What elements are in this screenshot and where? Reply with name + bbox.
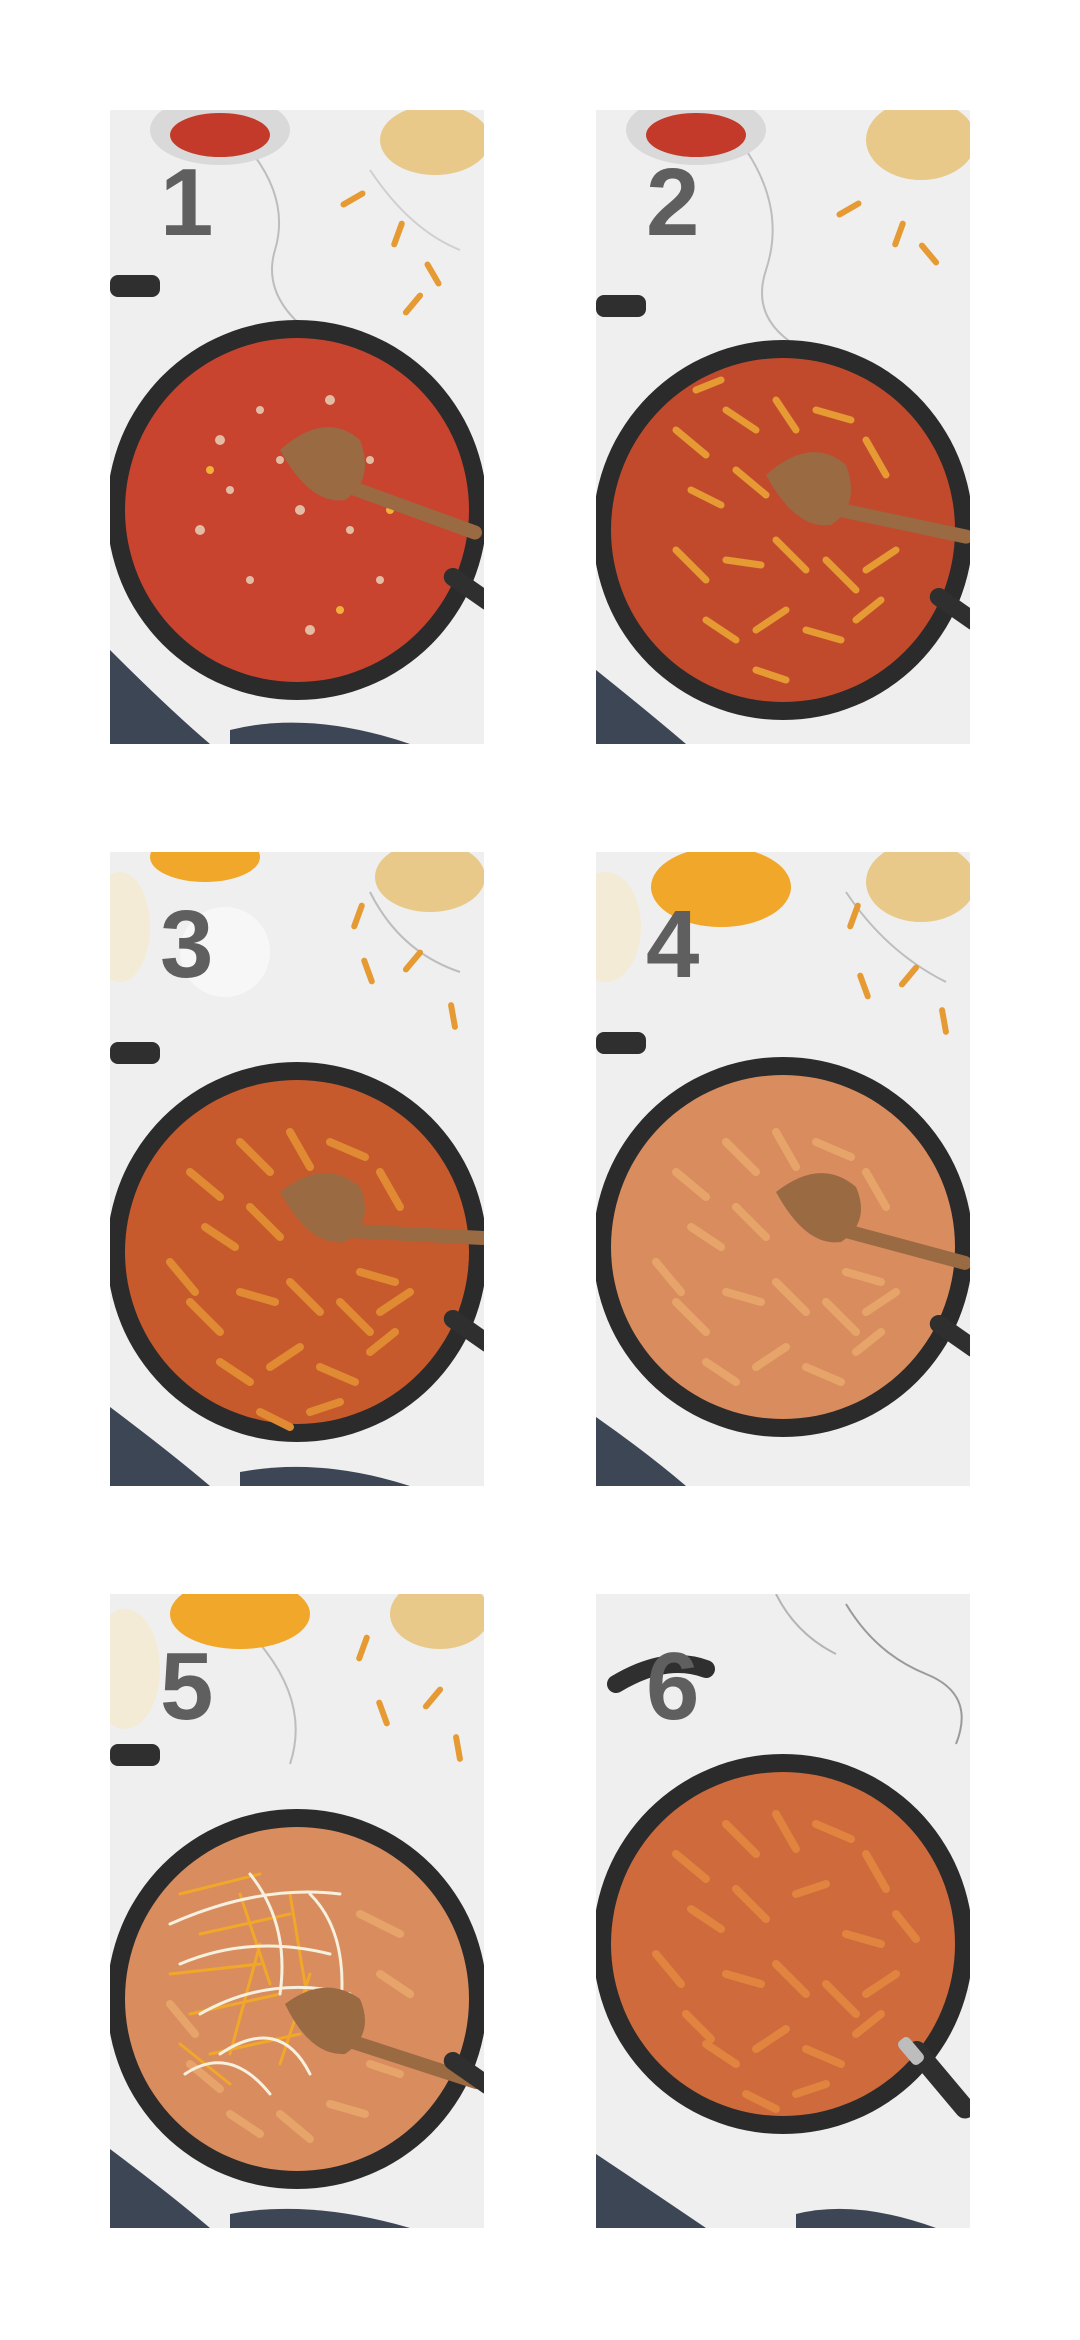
step-5-photo: 5	[110, 1594, 484, 2228]
sauce	[125, 1080, 469, 1424]
step-3-photo: 3	[110, 852, 484, 1486]
step-number: 4	[646, 891, 700, 998]
step-number: 5	[160, 1633, 214, 1740]
step-number: 3	[160, 891, 214, 998]
step-number: 6	[646, 1633, 700, 1740]
step-1-photo: 1	[110, 110, 484, 744]
step-2-photo: 2	[596, 110, 970, 744]
recipe-steps-collage: 1 2 3 4 5 6	[0, 0, 1080, 2340]
step-6-photo: 6	[596, 1594, 970, 2228]
step-4-photo: 4	[596, 852, 970, 1486]
step-number: 1	[160, 149, 214, 256]
step-number: 2	[646, 149, 700, 256]
